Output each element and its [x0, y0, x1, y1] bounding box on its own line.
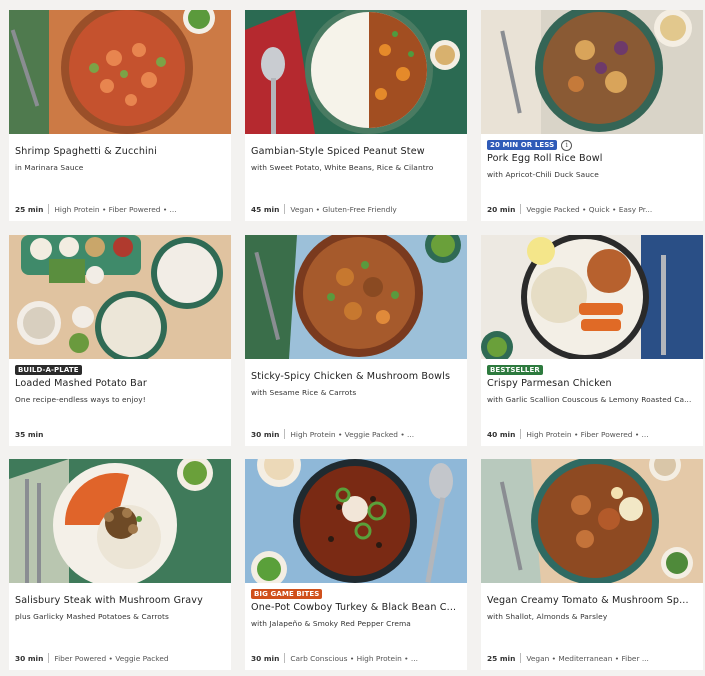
- cook-time: 20 min: [487, 204, 516, 214]
- meta-divider: [48, 653, 50, 663]
- recipe-subtitle: with Sweet Potato, White Beans, Rice & C…: [251, 163, 434, 172]
- recipe-card[interactable]: BUILD-A-PLATE Loaded Mashed Potato Bar O…: [9, 235, 231, 446]
- meta-divider: [284, 653, 286, 663]
- recipe-tags: Carb Conscious • High Protein • ...: [290, 653, 418, 663]
- recipe-photo[interactable]: [245, 459, 467, 583]
- meta-divider: [284, 429, 286, 439]
- cook-time: 40 min: [487, 429, 516, 439]
- recipe-title: Shrimp Spaghetti & Zucchini: [15, 146, 157, 157]
- meta-divider: [520, 204, 522, 214]
- recipe-title: Loaded Mashed Potato Bar: [15, 378, 147, 389]
- recipe-photo[interactable]: [481, 235, 703, 359]
- recipe-title: Gambian-Style Spiced Peanut Stew: [251, 146, 425, 157]
- badge: BIG GAME BITES: [251, 589, 323, 599]
- recipe-tags: High Protein • Veggie Packed • ...: [290, 429, 415, 439]
- recipe-meta: 35 min: [15, 430, 225, 439]
- recipe-card-body: Sticky-Spicy Chicken & Mushroom Bowls wi…: [251, 364, 461, 446]
- recipe-meta: 45 min Vegan • Gluten-Free Friendly: [251, 204, 461, 214]
- recipe-photo[interactable]: [481, 459, 703, 583]
- recipe-subtitle: with Shallot, Almonds & Parsley: [487, 612, 608, 621]
- info-icon[interactable]: i: [561, 139, 573, 151]
- recipe-card[interactable]: Salisbury Steak with Mushroom Gravy plus…: [9, 459, 231, 670]
- recipe-tags: High Protein • Fiber Powered • ...: [54, 204, 177, 214]
- recipe-subtitle: One recipe-endless ways to enjoy!: [15, 395, 146, 404]
- badge: BESTSELLER: [487, 365, 543, 375]
- badge-row: BIG GAME BITES: [251, 588, 461, 600]
- recipe-meta: 25 min High Protein • Fiber Powered • ..…: [15, 204, 225, 214]
- recipe-tags: High Protein • Fiber Powered • ...: [526, 429, 649, 439]
- recipe-subtitle: with Sesame Rice & Carrots: [251, 388, 357, 397]
- recipe-card-body: Vegan Creamy Tomato & Mushroom Sp... wit…: [487, 588, 697, 670]
- recipe-subtitle: with Garlic Scallion Couscous & Lemony R…: [487, 395, 692, 404]
- meta-divider: [520, 429, 522, 439]
- meta-divider: [48, 204, 50, 214]
- meta-divider: [284, 204, 286, 214]
- recipe-tags: Veggie Packed • Quick • Easy Pr...: [526, 204, 653, 214]
- recipe-card-body: Salisbury Steak with Mushroom Gravy plus…: [15, 588, 225, 670]
- recipe-grid: Shrimp Spaghetti & Zucchini in Marinara …: [0, 0, 705, 676]
- badge-row: 20 MIN OR LESS i: [487, 139, 697, 151]
- recipe-subtitle: with Apricot-Chili Duck Sauce: [487, 170, 599, 179]
- recipe-card[interactable]: Shrimp Spaghetti & Zucchini in Marinara …: [9, 10, 231, 221]
- recipe-meta: 30 min Fiber Powered • Veggie Packed: [15, 653, 225, 663]
- recipe-card[interactable]: Sticky-Spicy Chicken & Mushroom Bowls wi…: [245, 235, 467, 446]
- recipe-title: One-Pot Cowboy Turkey & Black Bean C...: [251, 602, 457, 613]
- recipe-tags: Vegan • Gluten-Free Friendly: [290, 204, 397, 214]
- recipe-card[interactable]: BIG GAME BITES One-Pot Cowboy Turkey & B…: [245, 459, 467, 670]
- recipe-subtitle: in Marinara Sauce: [15, 163, 84, 172]
- cook-time: 25 min: [487, 653, 516, 663]
- recipe-subtitle: plus Garlicky Mashed Potatoes & Carrots: [15, 612, 169, 621]
- recipe-title: Sticky-Spicy Chicken & Mushroom Bowls: [251, 371, 451, 382]
- cook-time: 25 min: [15, 204, 44, 214]
- recipe-photo[interactable]: [245, 10, 467, 134]
- recipe-meta: 30 min Carb Conscious • High Protein • .…: [251, 653, 461, 663]
- badge-row: BUILD-A-PLATE: [15, 364, 225, 376]
- recipe-meta: 30 min High Protein • Veggie Packed • ..…: [251, 429, 461, 439]
- recipe-card[interactable]: Gambian-Style Spiced Peanut Stew with Sw…: [245, 10, 467, 221]
- recipe-meta: 40 min High Protein • Fiber Powered • ..…: [487, 429, 697, 439]
- cook-time: 30 min: [15, 653, 44, 663]
- recipe-title: Salisbury Steak with Mushroom Gravy: [15, 595, 203, 606]
- cook-time: 45 min: [251, 204, 280, 214]
- recipe-card-body: BUILD-A-PLATE Loaded Mashed Potato Bar O…: [15, 364, 225, 446]
- recipe-card-body: BIG GAME BITES One-Pot Cowboy Turkey & B…: [251, 588, 461, 670]
- recipe-photo[interactable]: [9, 459, 231, 583]
- recipe-card[interactable]: BESTSELLER Crispy Parmesan Chicken with …: [481, 235, 703, 446]
- recipe-card-body: 20 MIN OR LESS i Pork Egg Roll Rice Bowl…: [487, 139, 697, 221]
- recipe-subtitle: with Jalapeño & Smoky Red Pepper Crema: [251, 619, 411, 628]
- badge-row: BESTSELLER: [487, 364, 697, 376]
- recipe-photo[interactable]: [9, 10, 231, 134]
- cook-time: 30 min: [251, 429, 280, 439]
- recipe-meta: 25 min Vegan • Mediterranean • Fiber ...: [487, 653, 697, 663]
- recipe-card-body: BESTSELLER Crispy Parmesan Chicken with …: [487, 364, 697, 446]
- badge: BUILD-A-PLATE: [15, 365, 82, 375]
- recipe-card-body: Gambian-Style Spiced Peanut Stew with Sw…: [251, 139, 461, 221]
- cook-time: 35 min: [15, 430, 44, 439]
- cook-time: 30 min: [251, 653, 280, 663]
- recipe-photo[interactable]: [245, 235, 467, 359]
- recipe-card[interactable]: 20 MIN OR LESS i Pork Egg Roll Rice Bowl…: [481, 10, 703, 221]
- recipe-title: Pork Egg Roll Rice Bowl: [487, 153, 603, 164]
- recipe-photo[interactable]: [481, 10, 703, 134]
- recipe-photo[interactable]: [9, 235, 231, 359]
- meta-divider: [520, 653, 522, 663]
- recipe-card-body: Shrimp Spaghetti & Zucchini in Marinara …: [15, 139, 225, 221]
- recipe-title: Vegan Creamy Tomato & Mushroom Sp...: [487, 595, 689, 606]
- recipe-tags: Vegan • Mediterranean • Fiber ...: [526, 653, 649, 663]
- recipe-meta: 20 min Veggie Packed • Quick • Easy Pr..…: [487, 204, 697, 214]
- recipe-title: Crispy Parmesan Chicken: [487, 378, 612, 389]
- recipe-card[interactable]: Vegan Creamy Tomato & Mushroom Sp... wit…: [481, 459, 703, 670]
- recipe-tags: Fiber Powered • Veggie Packed: [54, 653, 169, 663]
- badge: 20 MIN OR LESS: [487, 140, 558, 150]
